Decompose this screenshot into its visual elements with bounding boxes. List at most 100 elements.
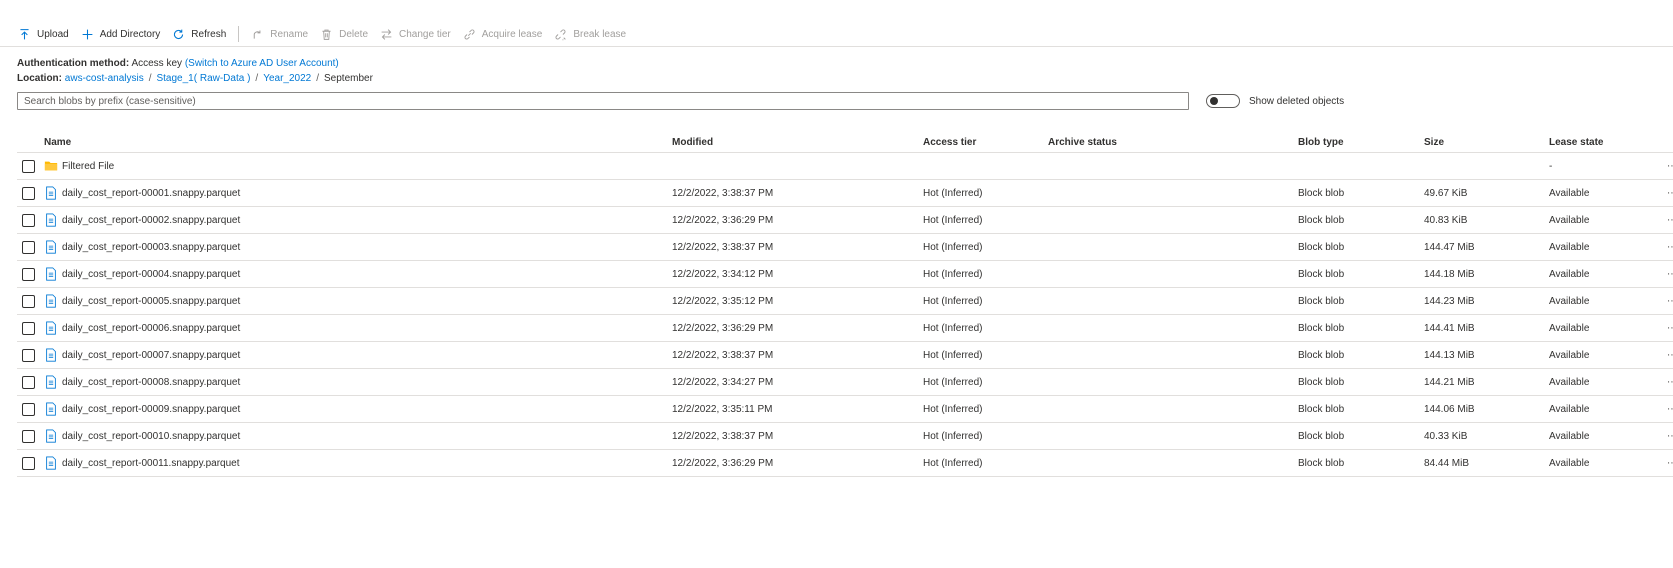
- column-header-size[interactable]: Size: [1424, 132, 1444, 152]
- table-row[interactable]: daily_cost_report-00007.snappy.parquet 1…: [17, 342, 1673, 369]
- switch-auth-link[interactable]: (Switch to Azure AD User Account): [185, 58, 339, 69]
- modified-cell: 12/2/2022, 3:36:29 PM: [672, 457, 774, 469]
- delete-button[interactable]: Delete: [314, 23, 374, 45]
- blob-name[interactable]: daily_cost_report-00005.snappy.parquet: [62, 296, 240, 307]
- table-row[interactable]: daily_cost_report-00010.snappy.parquet 1…: [17, 423, 1673, 450]
- size-cell: 144.41 MiB: [1424, 322, 1475, 334]
- acquire-lease-label: Acquire lease: [481, 28, 543, 40]
- blob-name[interactable]: daily_cost_report-00006.snappy.parquet: [62, 323, 240, 334]
- change-tier-label: Change tier: [399, 28, 451, 40]
- toolbar-divider: [238, 26, 240, 42]
- access-tier-cell: Hot (Inferred): [923, 403, 983, 415]
- blob-type-cell: Block blob: [1298, 457, 1345, 469]
- table-row[interactable]: daily_cost_report-00006.snappy.parquet 1…: [17, 315, 1673, 342]
- link-icon: [464, 29, 475, 39]
- row-checkbox[interactable]: [22, 240, 35, 254]
- breadcrumb-container[interactable]: aws-cost-analysis: [65, 73, 144, 84]
- more-actions-icon[interactable]: ⋯: [1667, 153, 1673, 179]
- blob-type-cell: Block blob: [1298, 376, 1345, 388]
- column-header-access-tier[interactable]: Access tier: [923, 132, 976, 152]
- show-deleted-toggle[interactable]: [1206, 94, 1240, 108]
- blob-name[interactable]: daily_cost_report-00004.snappy.parquet: [62, 269, 240, 280]
- upload-button[interactable]: Upload: [12, 23, 75, 45]
- row-checkbox[interactable]: [22, 267, 35, 281]
- table-row[interactable]: daily_cost_report-00005.snappy.parquet 1…: [17, 288, 1673, 315]
- table-row[interactable]: daily_cost_report-00008.snappy.parquet 1…: [17, 369, 1673, 396]
- size-cell: 49.67 KiB: [1424, 187, 1468, 199]
- blob-name[interactable]: daily_cost_report-00003.snappy.parquet: [62, 242, 240, 253]
- column-header-lease-state[interactable]: Lease state: [1549, 132, 1603, 152]
- row-checkbox[interactable]: [22, 456, 35, 470]
- column-header-name[interactable]: Name: [44, 132, 71, 152]
- blob-name[interactable]: daily_cost_report-00001.snappy.parquet: [62, 188, 240, 199]
- column-header-blob-type[interactable]: Blob type: [1298, 132, 1344, 152]
- table-row-folder[interactable]: Filtered File - ⋯: [17, 153, 1673, 180]
- blob-name[interactable]: daily_cost_report-00010.snappy.parquet: [62, 431, 240, 442]
- table-row[interactable]: daily_cost_report-00011.snappy.parquet 1…: [17, 450, 1673, 477]
- more-actions-icon[interactable]: ⋯: [1667, 315, 1673, 341]
- upload-icon: [20, 28, 29, 39]
- breadcrumb-year[interactable]: Year_2022: [263, 73, 311, 84]
- row-checkbox[interactable]: [22, 375, 35, 389]
- more-actions-icon[interactable]: ⋯: [1667, 423, 1673, 449]
- lease-state-cell: Available: [1549, 268, 1590, 280]
- table-row[interactable]: daily_cost_report-00001.snappy.parquet 1…: [17, 180, 1673, 207]
- table-row[interactable]: daily_cost_report-00002.snappy.parquet 1…: [17, 207, 1673, 234]
- file-icon: [44, 321, 58, 335]
- table-row[interactable]: daily_cost_report-00003.snappy.parquet 1…: [17, 234, 1673, 261]
- blob-name[interactable]: daily_cost_report-00009.snappy.parquet: [62, 404, 240, 415]
- more-actions-icon[interactable]: ⋯: [1667, 234, 1673, 260]
- refresh-icon: [174, 29, 184, 39]
- row-checkbox[interactable]: [22, 159, 35, 173]
- blob-type-cell: Block blob: [1298, 187, 1345, 199]
- row-checkbox[interactable]: [22, 321, 35, 335]
- blob-name[interactable]: daily_cost_report-00007.snappy.parquet: [62, 350, 240, 361]
- row-checkbox[interactable]: [22, 402, 35, 416]
- folder-name[interactable]: Filtered File: [62, 161, 114, 172]
- rename-button[interactable]: Rename: [245, 23, 314, 45]
- more-actions-icon[interactable]: ⋯: [1667, 207, 1673, 233]
- blob-type-cell: Block blob: [1298, 268, 1345, 280]
- row-checkbox[interactable]: [22, 429, 35, 443]
- access-tier-cell: Hot (Inferred): [923, 430, 983, 442]
- size-cell: 144.23 MiB: [1424, 295, 1475, 307]
- blob-name[interactable]: daily_cost_report-00002.snappy.parquet: [62, 215, 240, 226]
- column-header-archive-status[interactable]: Archive status: [1048, 132, 1117, 152]
- refresh-button[interactable]: Refresh: [166, 23, 232, 45]
- search-blobs-input[interactable]: [17, 92, 1189, 110]
- column-header-modified[interactable]: Modified: [672, 132, 713, 152]
- trash-icon: [322, 29, 331, 40]
- more-actions-icon[interactable]: ⋯: [1667, 342, 1673, 368]
- row-checkbox[interactable]: [22, 186, 35, 200]
- break-lease-button[interactable]: Break lease: [548, 23, 632, 45]
- table-row[interactable]: daily_cost_report-00004.snappy.parquet 1…: [17, 261, 1673, 288]
- add-directory-label: Add Directory: [99, 28, 161, 40]
- size-cell: 144.13 MiB: [1424, 349, 1475, 361]
- more-actions-icon[interactable]: ⋯: [1667, 180, 1673, 206]
- swap-icon: [381, 28, 392, 40]
- auth-method-label: Authentication method:: [17, 58, 130, 69]
- access-tier-cell: Hot (Inferred): [923, 349, 983, 361]
- file-icon: [44, 267, 58, 281]
- auth-method-value: Access key: [131, 58, 183, 69]
- blob-type-cell: Block blob: [1298, 403, 1345, 415]
- breadcrumb-stage1[interactable]: Stage_1( Raw-Data ): [156, 73, 250, 84]
- more-actions-icon[interactable]: ⋯: [1667, 396, 1673, 422]
- row-checkbox[interactable]: [22, 213, 35, 227]
- blob-name[interactable]: daily_cost_report-00008.snappy.parquet: [62, 377, 240, 388]
- add-directory-button[interactable]: Add Directory: [75, 23, 167, 45]
- lease-state-cell: Available: [1549, 349, 1590, 361]
- more-actions-icon[interactable]: ⋯: [1667, 261, 1673, 287]
- blob-name[interactable]: daily_cost_report-00011.snappy.parquet: [62, 458, 240, 469]
- row-checkbox[interactable]: [22, 348, 35, 362]
- access-tier-cell: Hot (Inferred): [923, 187, 983, 199]
- change-tier-button[interactable]: Change tier: [374, 23, 457, 45]
- acquire-lease-button[interactable]: Acquire lease: [457, 23, 549, 45]
- more-actions-icon[interactable]: ⋯: [1667, 369, 1673, 395]
- modified-cell: 12/2/2022, 3:35:11 PM: [672, 403, 773, 415]
- row-checkbox[interactable]: [22, 294, 35, 308]
- more-actions-icon[interactable]: ⋯: [1667, 450, 1673, 476]
- size-cell: 84.44 MiB: [1424, 457, 1470, 469]
- table-row[interactable]: daily_cost_report-00009.snappy.parquet 1…: [17, 396, 1673, 423]
- more-actions-icon[interactable]: ⋯: [1667, 288, 1673, 314]
